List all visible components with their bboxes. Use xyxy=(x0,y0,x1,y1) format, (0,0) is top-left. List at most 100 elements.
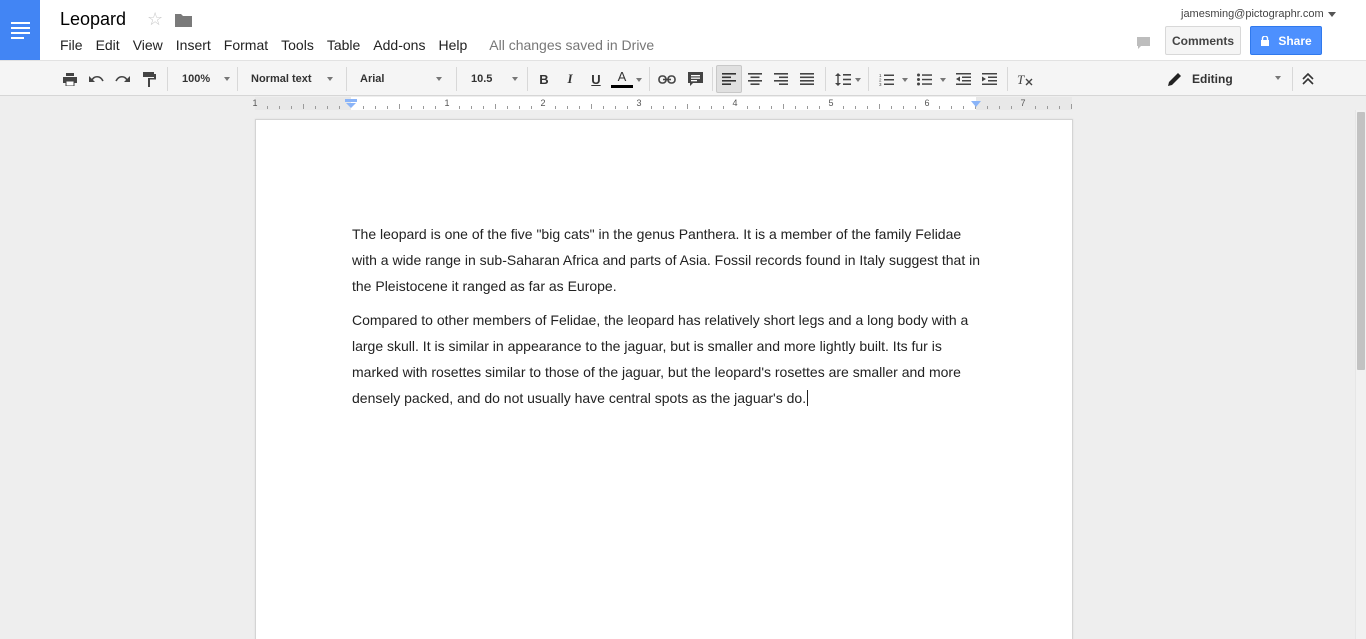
menu-add-ons[interactable]: Add-ons xyxy=(373,37,425,53)
ruler-tick xyxy=(375,106,376,109)
bulleted-list-icon[interactable] xyxy=(914,65,934,93)
menu-insert[interactable]: Insert xyxy=(176,37,211,53)
chat-icon[interactable] xyxy=(1131,30,1156,54)
ruler-ticks xyxy=(267,104,1072,109)
zoom-select[interactable]: 100% xyxy=(182,65,230,93)
numbered-list-icon[interactable]: 123 xyxy=(876,65,896,93)
ruler-tick xyxy=(399,104,400,109)
share-button[interactable]: Share xyxy=(1250,26,1322,55)
collapse-icon[interactable] xyxy=(1298,65,1318,93)
left-indent-marker-icon[interactable] xyxy=(345,99,357,109)
ruler-tick xyxy=(951,106,952,109)
ruler-tick xyxy=(363,106,364,109)
zoom-value: 100% xyxy=(182,73,211,85)
ruler-tick xyxy=(771,106,772,109)
ruler-tick xyxy=(555,106,556,109)
font-family-value: Arial xyxy=(360,73,385,85)
folder-icon[interactable] xyxy=(175,13,192,27)
document-title[interactable]: Leopard xyxy=(60,9,126,30)
account-dropdown-icon[interactable] xyxy=(1328,12,1336,17)
lock-icon xyxy=(1261,35,1270,46)
ruler-tick xyxy=(315,106,316,109)
ruler-tick xyxy=(963,106,964,109)
paint-format-icon[interactable] xyxy=(140,65,158,93)
save-status[interactable]: All changes saved in Drive xyxy=(489,37,654,53)
ruler-tick xyxy=(615,106,616,109)
ruler-tick xyxy=(327,106,328,109)
toolbar: 100% Normal text Arial 10.5 B I U A 1 2 … xyxy=(0,60,1366,96)
comment-add-icon[interactable] xyxy=(685,65,705,93)
ruler-tick xyxy=(879,104,880,109)
ruler-tick xyxy=(303,104,304,109)
ruler-tick xyxy=(627,106,628,109)
menu-format[interactable]: Format xyxy=(224,37,268,53)
paragraph-style-select[interactable]: Normal text xyxy=(251,65,333,93)
editing-mode-value: Editing xyxy=(1192,72,1233,86)
paragraph-2[interactable]: Compared to other members of Felidae, th… xyxy=(352,307,982,411)
comments-button[interactable]: Comments xyxy=(1165,26,1241,55)
ruler: 1 1 2 3 4 5 6 7 xyxy=(0,97,1366,110)
star-icon[interactable]: ☆ xyxy=(147,9,163,29)
editing-mode-caret[interactable] xyxy=(1275,76,1281,80)
ruler-tick xyxy=(807,106,808,109)
ruler-tick xyxy=(939,106,940,109)
font-size-select[interactable]: 10.5 xyxy=(471,65,518,93)
ruler-tick xyxy=(651,106,652,109)
ruler-tick xyxy=(675,106,676,109)
text-color-button[interactable]: A xyxy=(610,65,634,93)
link-icon[interactable] xyxy=(657,65,677,93)
ruler-tick xyxy=(867,106,868,109)
bold-button[interactable]: B xyxy=(534,65,554,93)
ruler-tick xyxy=(1047,106,1048,109)
menu-tools[interactable]: Tools xyxy=(281,37,314,53)
right-indent-marker-icon[interactable] xyxy=(970,101,982,109)
paragraph-2-text: Compared to other members of Felidae, th… xyxy=(352,312,969,406)
ruler-tick xyxy=(663,106,664,109)
underline-button[interactable]: U xyxy=(586,65,606,93)
ruler-tick xyxy=(579,106,580,109)
increase-indent-icon[interactable] xyxy=(979,65,999,93)
share-label: Share xyxy=(1278,33,1312,48)
menu-view[interactable]: View xyxy=(133,37,163,53)
ruler-tick xyxy=(699,106,700,109)
editing-mode-select[interactable]: Editing xyxy=(1168,65,1233,93)
align-left-icon[interactable] xyxy=(716,65,742,93)
undo-icon[interactable] xyxy=(87,65,105,93)
line-spacing-icon[interactable] xyxy=(833,65,853,93)
paragraph-1[interactable]: The leopard is one of the five "big cats… xyxy=(352,221,982,299)
ruler-tick xyxy=(843,106,844,109)
align-justify-icon[interactable] xyxy=(797,65,817,93)
ruler-tick xyxy=(1059,106,1060,109)
scrollbar-thumb[interactable] xyxy=(1357,112,1365,370)
font-family-select[interactable]: Arial xyxy=(360,65,442,93)
ruler-tick xyxy=(915,106,916,109)
ruler-tick xyxy=(507,106,508,109)
decrease-indent-icon[interactable] xyxy=(953,65,973,93)
ruler-tick xyxy=(891,106,892,109)
menu-table[interactable]: Table xyxy=(327,37,360,53)
redo-icon[interactable] xyxy=(113,65,131,93)
clear-formatting-icon[interactable]: T xyxy=(1015,65,1035,93)
menu-edit[interactable]: Edit xyxy=(96,37,120,53)
italic-button[interactable]: I xyxy=(560,65,580,93)
svg-text:T: T xyxy=(1017,72,1025,86)
text-color-swatch xyxy=(611,85,633,88)
ruler-label: 1 xyxy=(444,98,450,108)
document-page[interactable]: The leopard is one of the five "big cats… xyxy=(255,119,1073,639)
ruler-tick xyxy=(567,106,568,109)
docs-logo-icon[interactable] xyxy=(0,0,40,60)
ruler-label: 7 xyxy=(1020,98,1026,108)
print-icon[interactable] xyxy=(61,65,79,93)
align-center-icon[interactable] xyxy=(745,65,765,93)
ruler-label: 3 xyxy=(636,98,642,108)
align-right-icon[interactable] xyxy=(771,65,791,93)
menu-file[interactable]: File xyxy=(60,37,83,53)
vertical-scrollbar[interactable] xyxy=(1355,110,1366,639)
ruler-tick xyxy=(603,106,604,109)
ruler-tick xyxy=(519,106,520,109)
account-email[interactable]: jamesming@pictographr.com xyxy=(1181,8,1324,20)
ruler-tick xyxy=(339,106,340,109)
menu-help[interactable]: Help xyxy=(438,37,467,53)
ruler-tick xyxy=(411,106,412,109)
ruler-tick xyxy=(279,106,280,109)
